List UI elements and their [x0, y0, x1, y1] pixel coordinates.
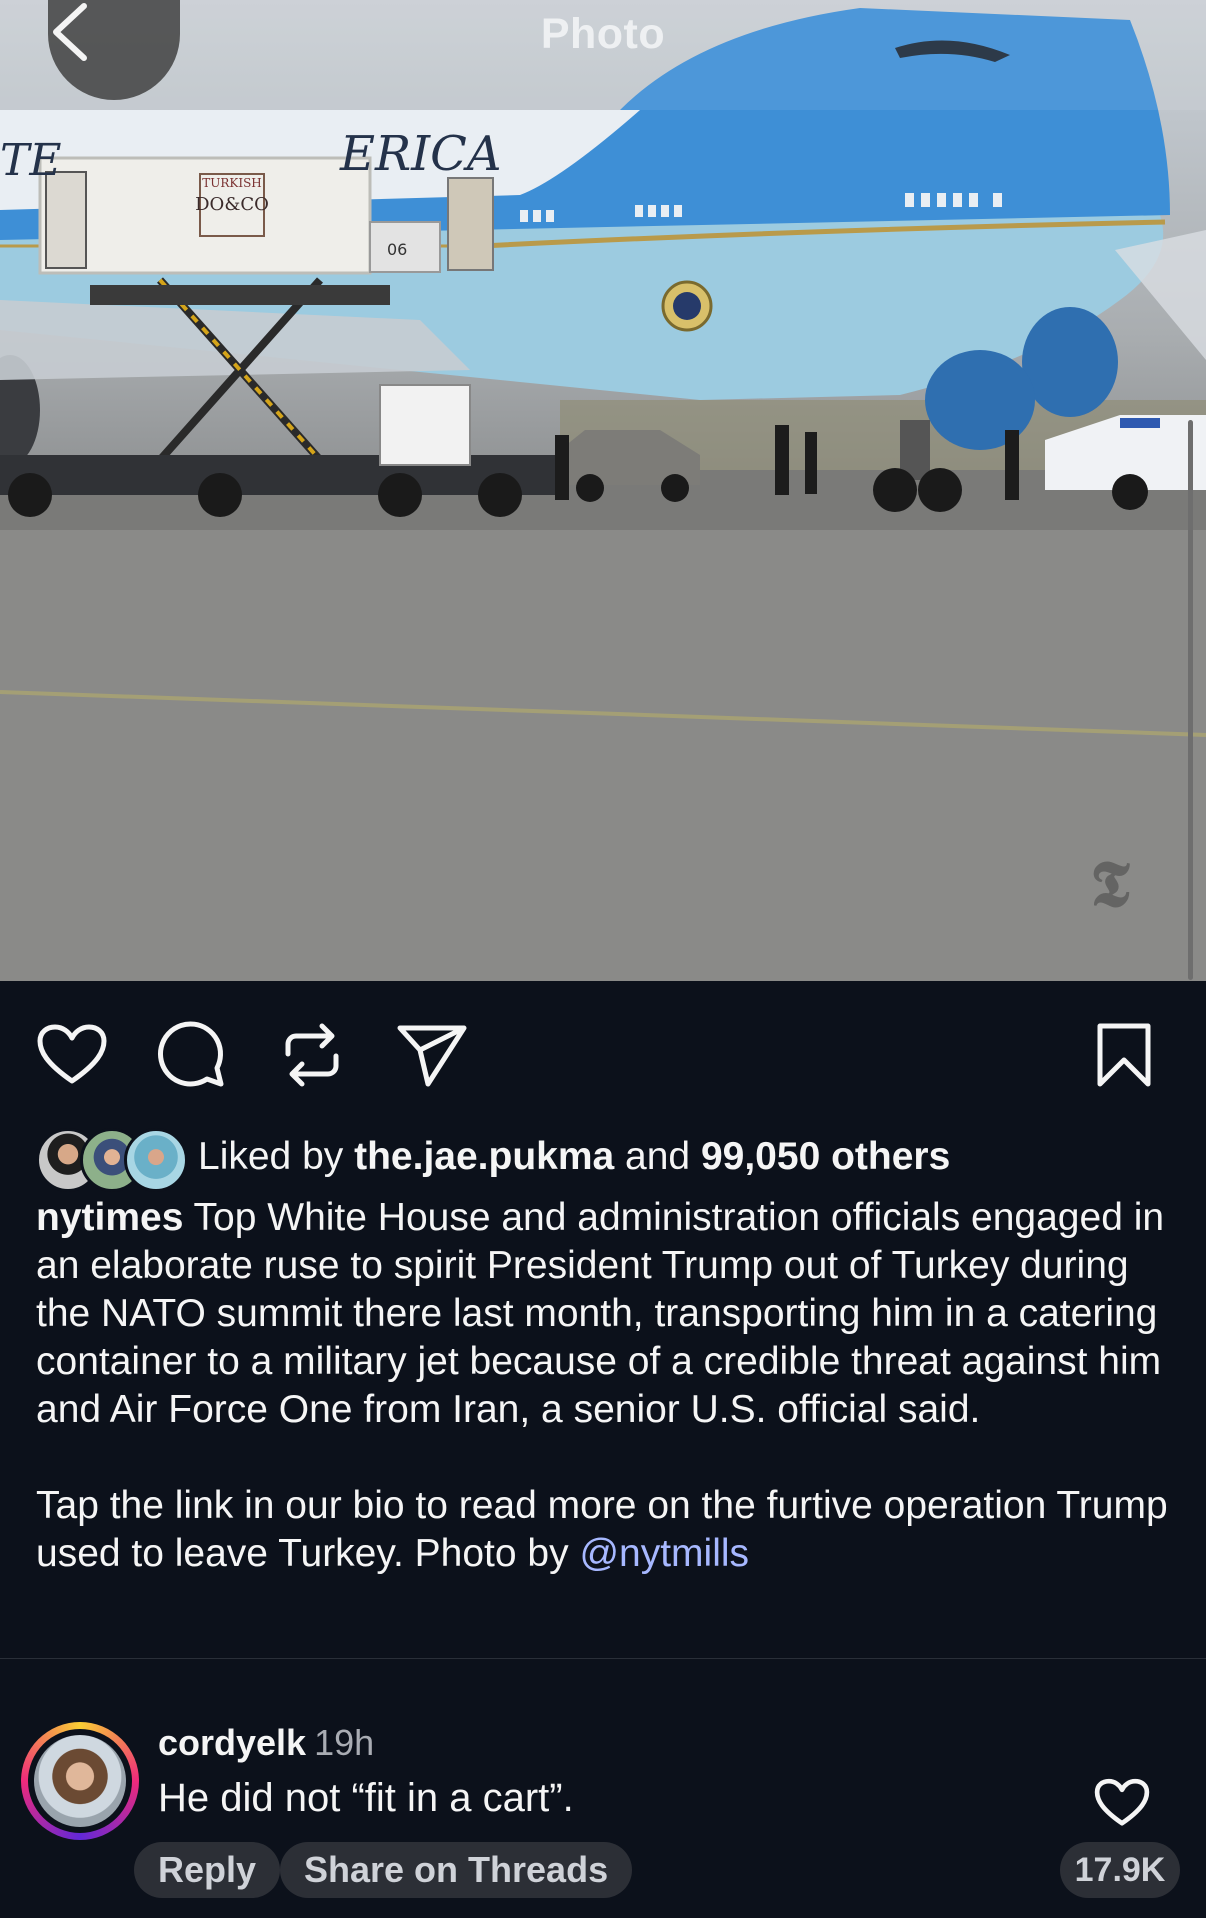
svg-text:ERICA: ERICA [339, 126, 502, 182]
scrollbar[interactable] [1188, 420, 1193, 980]
nyt-logo-icon: 𝕿 [1090, 847, 1130, 922]
like-button[interactable] [32, 1010, 112, 1100]
caption-text: Top White House and administration offic… [36, 1196, 1165, 1431]
likes-conjunction: and [625, 1135, 691, 1178]
comment-username-row: cordyelk 19h [158, 1722, 374, 1764]
avatar [124, 1128, 188, 1192]
svg-text:TURKISH: TURKISH [202, 176, 262, 190]
bookmark-icon [1097, 1023, 1151, 1087]
liker-avatars [36, 1126, 188, 1192]
heart-icon [1094, 1778, 1150, 1826]
likes-count[interactable]: 99,050 others [701, 1135, 950, 1179]
svg-text:DO&CO: DO&CO [195, 194, 269, 215]
caption-mention[interactable]: @nytmills [579, 1532, 749, 1575]
svg-text:06: 06 [387, 240, 407, 259]
comment-time: 19h [314, 1722, 375, 1763]
repost-icon [285, 1023, 339, 1087]
comment-username[interactable]: cordyelk [158, 1722, 306, 1763]
svg-text:TE: TE [0, 135, 61, 186]
post-caption: nytimes Top White House and administrati… [36, 1194, 1176, 1578]
likes-prefix: Liked by [198, 1135, 344, 1178]
post-photo[interactable]: TURKISH DO&CO 06 TE ERICA Photo 𝕿 [0, 0, 1206, 981]
comment-like-count: 17.9K [1060, 1842, 1180, 1898]
divider [0, 1658, 1206, 1659]
likes-summary[interactable]: Liked by the.jae.pukma and 99,050 others [36, 1124, 950, 1192]
share-button[interactable] [392, 1010, 472, 1100]
send-icon [397, 1025, 467, 1087]
comment-text: He did not “fit in a cart”. [158, 1776, 574, 1820]
comment-like-button[interactable] [1094, 1778, 1150, 1828]
comment-button[interactable] [152, 1010, 232, 1100]
air-force-one-image: TURKISH DO&CO 06 TE ERICA [0, 0, 1206, 981]
liker-username[interactable]: the.jae.pukma [354, 1135, 614, 1179]
reply-button[interactable]: Reply [134, 1842, 281, 1898]
post-actions [0, 1010, 1206, 1100]
repost-button[interactable] [272, 1010, 352, 1100]
share-on-threads-button[interactable]: Share on Threads [280, 1842, 633, 1898]
comment-avatar[interactable] [21, 1722, 139, 1840]
heart-icon [37, 1024, 107, 1084]
comment-icon [158, 1021, 224, 1087]
page-title: Photo [540, 10, 666, 58]
save-button[interactable] [1084, 1010, 1164, 1100]
caption-username[interactable]: nytimes [36, 1196, 183, 1239]
